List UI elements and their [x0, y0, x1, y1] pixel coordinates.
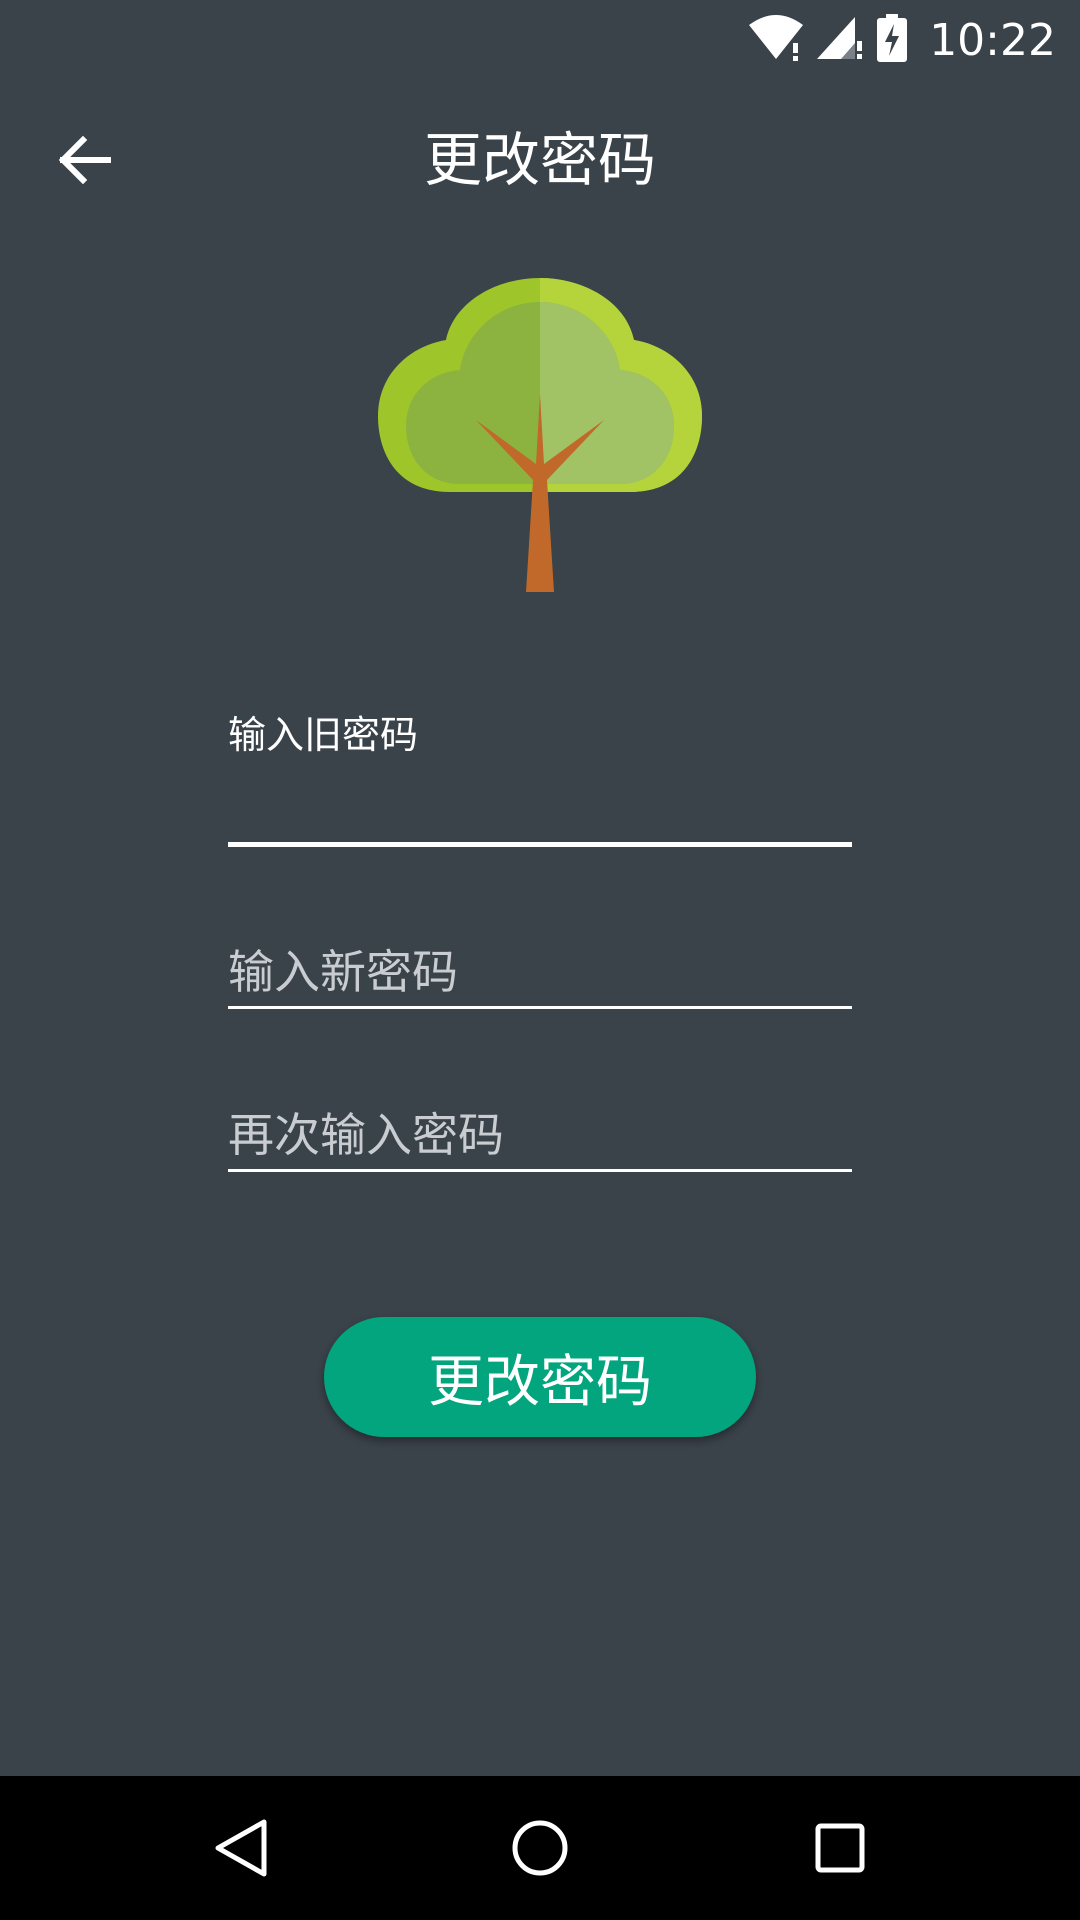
confirm-password-input[interactable]: 再次输入密码: [228, 1099, 852, 1165]
confirm-password-underline: [228, 1169, 852, 1172]
old-password-input[interactable]: [228, 773, 852, 833]
new-password-input[interactable]: 输入新密码: [228, 936, 852, 1002]
app-bar: 更改密码: [0, 78, 1080, 246]
cell-signal-icon: [817, 15, 863, 65]
new-password-field[interactable]: 输入新密码: [228, 936, 852, 1009]
page-title: 更改密码: [423, 126, 656, 194]
nav-recents-icon: [815, 1823, 865, 1873]
old-password-underline: [228, 842, 852, 847]
nav-recents-button[interactable]: [790, 1798, 890, 1898]
change-password-button[interactable]: 更改密码: [324, 1317, 756, 1437]
confirm-password-field[interactable]: 再次输入密码: [228, 1099, 852, 1172]
wifi-icon: [749, 15, 804, 65]
tree-logo: [376, 276, 704, 592]
status-time: 10:22: [929, 14, 1056, 66]
nav-home-icon: [512, 1820, 568, 1876]
new-password-underline: [228, 1006, 852, 1009]
nav-home-button[interactable]: [490, 1798, 590, 1898]
nav-back-icon: [215, 1819, 267, 1877]
old-password-field[interactable]: 输入旧密码: [228, 704, 852, 850]
status-icons: 10:22: [749, 10, 1056, 70]
nav-back-button[interactable]: [190, 1798, 290, 1898]
status-bar: 10:22: [0, 0, 1080, 78]
battery-charging-icon: [877, 14, 908, 66]
nav-bar: [0, 1776, 1080, 1920]
old-password-label: 输入旧密码: [228, 713, 419, 757]
